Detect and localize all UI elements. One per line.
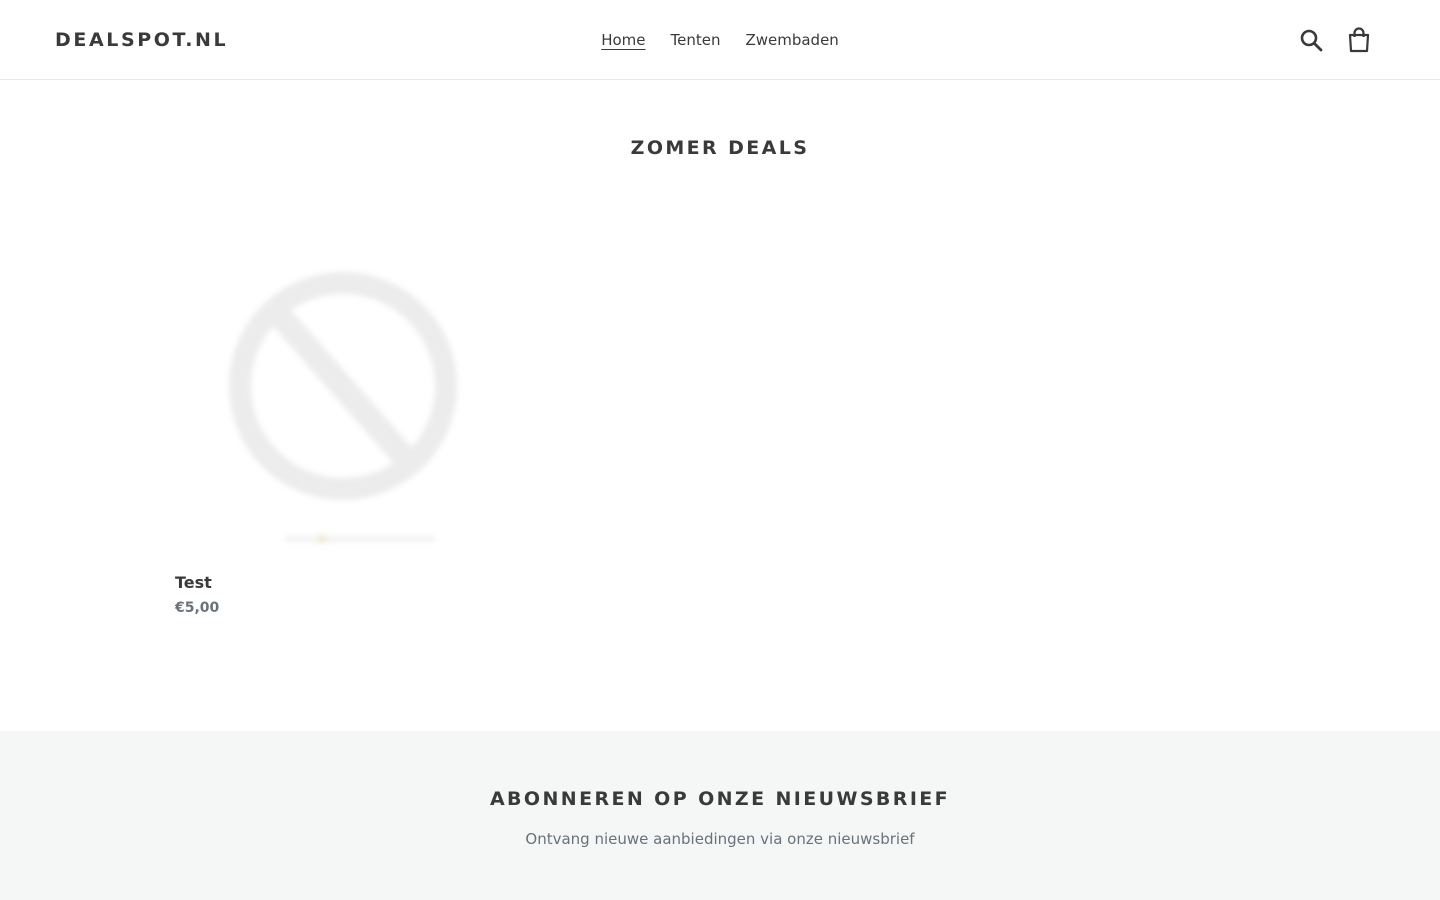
product-card[interactable]: Test €5,00 bbox=[175, 230, 515, 625]
header-icons bbox=[1298, 26, 1372, 54]
cart-icon[interactable] bbox=[1346, 26, 1372, 54]
nav-item-tenten[interactable]: Tenten bbox=[670, 30, 720, 50]
newsletter-title: ABONNEREN OP ONZE NIEUWSBRIEF bbox=[489, 788, 951, 810]
nav-item-zwembaden[interactable]: Zwembaden bbox=[745, 30, 838, 50]
page-title: ZOMER DEALS bbox=[630, 137, 810, 159]
newsletter-section: ABONNEREN OP ONZE NIEUWSBRIEF Ontvang ni… bbox=[0, 731, 1440, 900]
nav-item-home[interactable]: Home bbox=[601, 30, 645, 50]
product-image bbox=[175, 230, 515, 555]
newsletter-text: Ontvang nieuwe aanbiedingen via onze nie… bbox=[525, 830, 915, 848]
no-image-placeholder-icon bbox=[225, 226, 465, 560]
site-header: DEALSPOT.NL Home Tenten Zwembaden bbox=[0, 0, 1440, 80]
search-icon[interactable] bbox=[1298, 26, 1324, 54]
product-title: Test bbox=[175, 573, 212, 592]
main-nav: Home Tenten Zwembaden bbox=[0, 30, 1440, 50]
product-price: €5,00 bbox=[175, 600, 220, 616]
